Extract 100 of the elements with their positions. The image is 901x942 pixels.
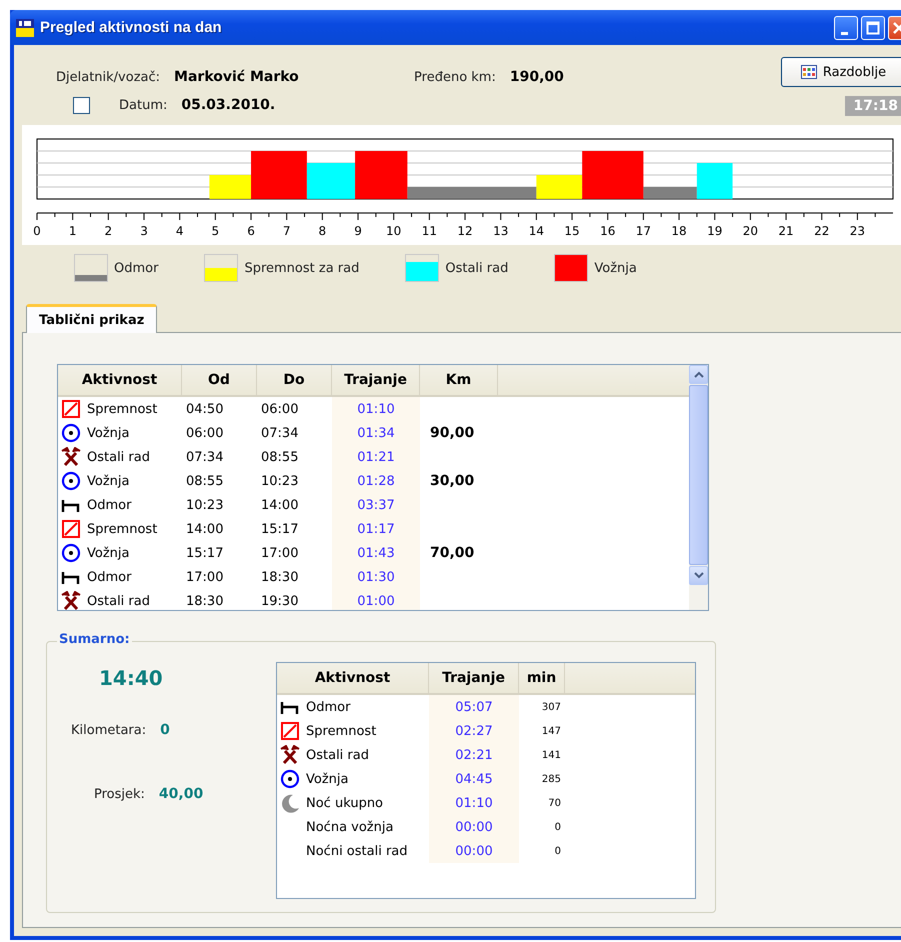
crossed-hammers-icon (280, 745, 300, 765)
hour-label: 15 (564, 224, 580, 238)
hour-label: 21 (778, 224, 794, 238)
period-button[interactable]: Razdoblje (781, 57, 901, 87)
table-cell: 01:21 (332, 445, 420, 469)
hour-label: 5 (212, 224, 220, 238)
slashed-square-icon (61, 399, 81, 419)
column-header[interactable]: Trajanje (429, 663, 519, 693)
maximize-button[interactable] (861, 16, 885, 40)
table-cell: Odmor (306, 700, 350, 714)
table-cell-text: 06:00 (260, 400, 300, 418)
table-cell-text: 08:55 (260, 448, 300, 466)
table-cell-text: 307 (540, 700, 562, 714)
hour-label: 14 (528, 224, 544, 238)
column-header[interactable]: Km (420, 365, 498, 395)
table-cell: 01:28 (332, 469, 420, 493)
average-value: 40,00 (158, 786, 204, 802)
table-cell: Odmor (87, 570, 132, 584)
table-cell-text: 07:34 (260, 424, 300, 442)
table-cell: Odmor (87, 498, 132, 512)
legend-label: Spremnost za rad (244, 260, 360, 276)
column-header[interactable]: Od (182, 365, 257, 395)
date-label: Datum: (119, 98, 168, 112)
column-header[interactable]: Aktivnost (277, 663, 429, 693)
up-chevron-icon (694, 371, 704, 378)
table-cell: Ostali rad (306, 748, 369, 762)
table-cell: 05:07 (429, 695, 519, 719)
table-cell: Ostali rad (87, 594, 150, 608)
table-cell-text: 147 (540, 724, 562, 738)
table-cell-text: 0 (554, 820, 562, 834)
minimize-button[interactable] (834, 16, 858, 40)
table-cell-text: 14:00 (185, 520, 224, 538)
target-circle-icon (61, 543, 81, 563)
column-header[interactable]: Do (257, 365, 332, 395)
table-cell: 02:27 (429, 719, 519, 743)
hour-label: 12 (457, 224, 473, 238)
scroll-down-button[interactable] (689, 566, 708, 585)
table-cell: 00:00 (429, 815, 519, 839)
legend-label: Odmor (114, 260, 158, 276)
date-checkbox[interactable] (73, 96, 90, 114)
table-cell-text: 18:30 (260, 568, 300, 586)
legend-label: Vožnja (594, 260, 637, 276)
app-icon (16, 18, 34, 36)
table-cell: Vožnja (306, 772, 348, 786)
hour-label: 23 (850, 224, 866, 238)
table-cell: 01:10 (332, 397, 420, 421)
table-cell-text: 141 (540, 748, 562, 762)
column-header[interactable]: Trajanje (332, 365, 420, 395)
table-cell: Noćni ostali rad (306, 844, 408, 858)
table-cell-text: 08:55 (185, 472, 224, 490)
crossed-hammers-icon (61, 591, 81, 610)
distance-label: Pređeno km: (414, 70, 496, 84)
hour-label: 19 (707, 224, 722, 238)
hour-label: 10 (386, 224, 402, 238)
total-duration: 14:40 (99, 666, 163, 690)
table-cell: 02:21 (429, 743, 519, 767)
column-header[interactable]: Aktivnost (58, 365, 182, 395)
target-circle-icon (61, 471, 81, 491)
slashed-square-icon (280, 721, 300, 741)
tab[interactable]: Tablični prikaz (26, 304, 158, 333)
scrollbar[interactable] (689, 365, 708, 610)
scroll-up-button[interactable] (689, 365, 708, 384)
table-cell-text: 70 (547, 796, 562, 810)
slashed-square-icon (61, 519, 81, 539)
table-cell: Noćna vožnja (306, 820, 394, 834)
legend-label: Ostali rad (445, 260, 508, 276)
table-cell: 04:45 (429, 767, 519, 791)
table-cell: 01:30 (332, 565, 420, 589)
table-cell-text: 10:23 (260, 472, 300, 490)
legend-swatch (204, 254, 238, 282)
table-cell-text: 06:00 (185, 424, 224, 442)
table-cell: Vožnja (87, 474, 130, 488)
table-cell-text: 17:00 (185, 568, 224, 586)
hour-label: 0 (33, 224, 41, 238)
target-circle-icon (61, 423, 81, 443)
hour-label: 20 (742, 224, 758, 238)
table-cell: Ostali rad (87, 450, 150, 464)
table-cell: 01:34 (332, 421, 420, 445)
hour-label: 7 (282, 224, 290, 238)
driver-label: Djelatnik/vozač: (56, 70, 160, 84)
table-cell-text: 10:23 (185, 496, 224, 514)
table-cell: 70,00 (430, 545, 474, 561)
scroll-thumb[interactable] (689, 385, 708, 565)
column-header[interactable]: min (519, 663, 565, 693)
crescent-moon-icon (280, 793, 300, 813)
hour-label: 6 (247, 224, 255, 238)
target-circle-icon (280, 769, 300, 789)
legend-swatch (74, 254, 108, 282)
hour-label: 8 (318, 224, 326, 238)
table-cell: Vožnja (87, 546, 130, 560)
table-cell-text: 17:00 (260, 544, 300, 562)
down-chevron-icon (694, 572, 704, 579)
table-cell: 01:00 (332, 589, 420, 610)
table-cell: 01:17 (332, 517, 420, 541)
table-cell-text: 15:17 (260, 520, 300, 538)
table-cell-text: 19:30 (260, 592, 300, 610)
calendar-grid-icon (800, 65, 817, 79)
hour-label: 9 (354, 224, 362, 238)
legend-swatch (554, 254, 588, 282)
table-cell-text: 18:30 (185, 592, 224, 610)
